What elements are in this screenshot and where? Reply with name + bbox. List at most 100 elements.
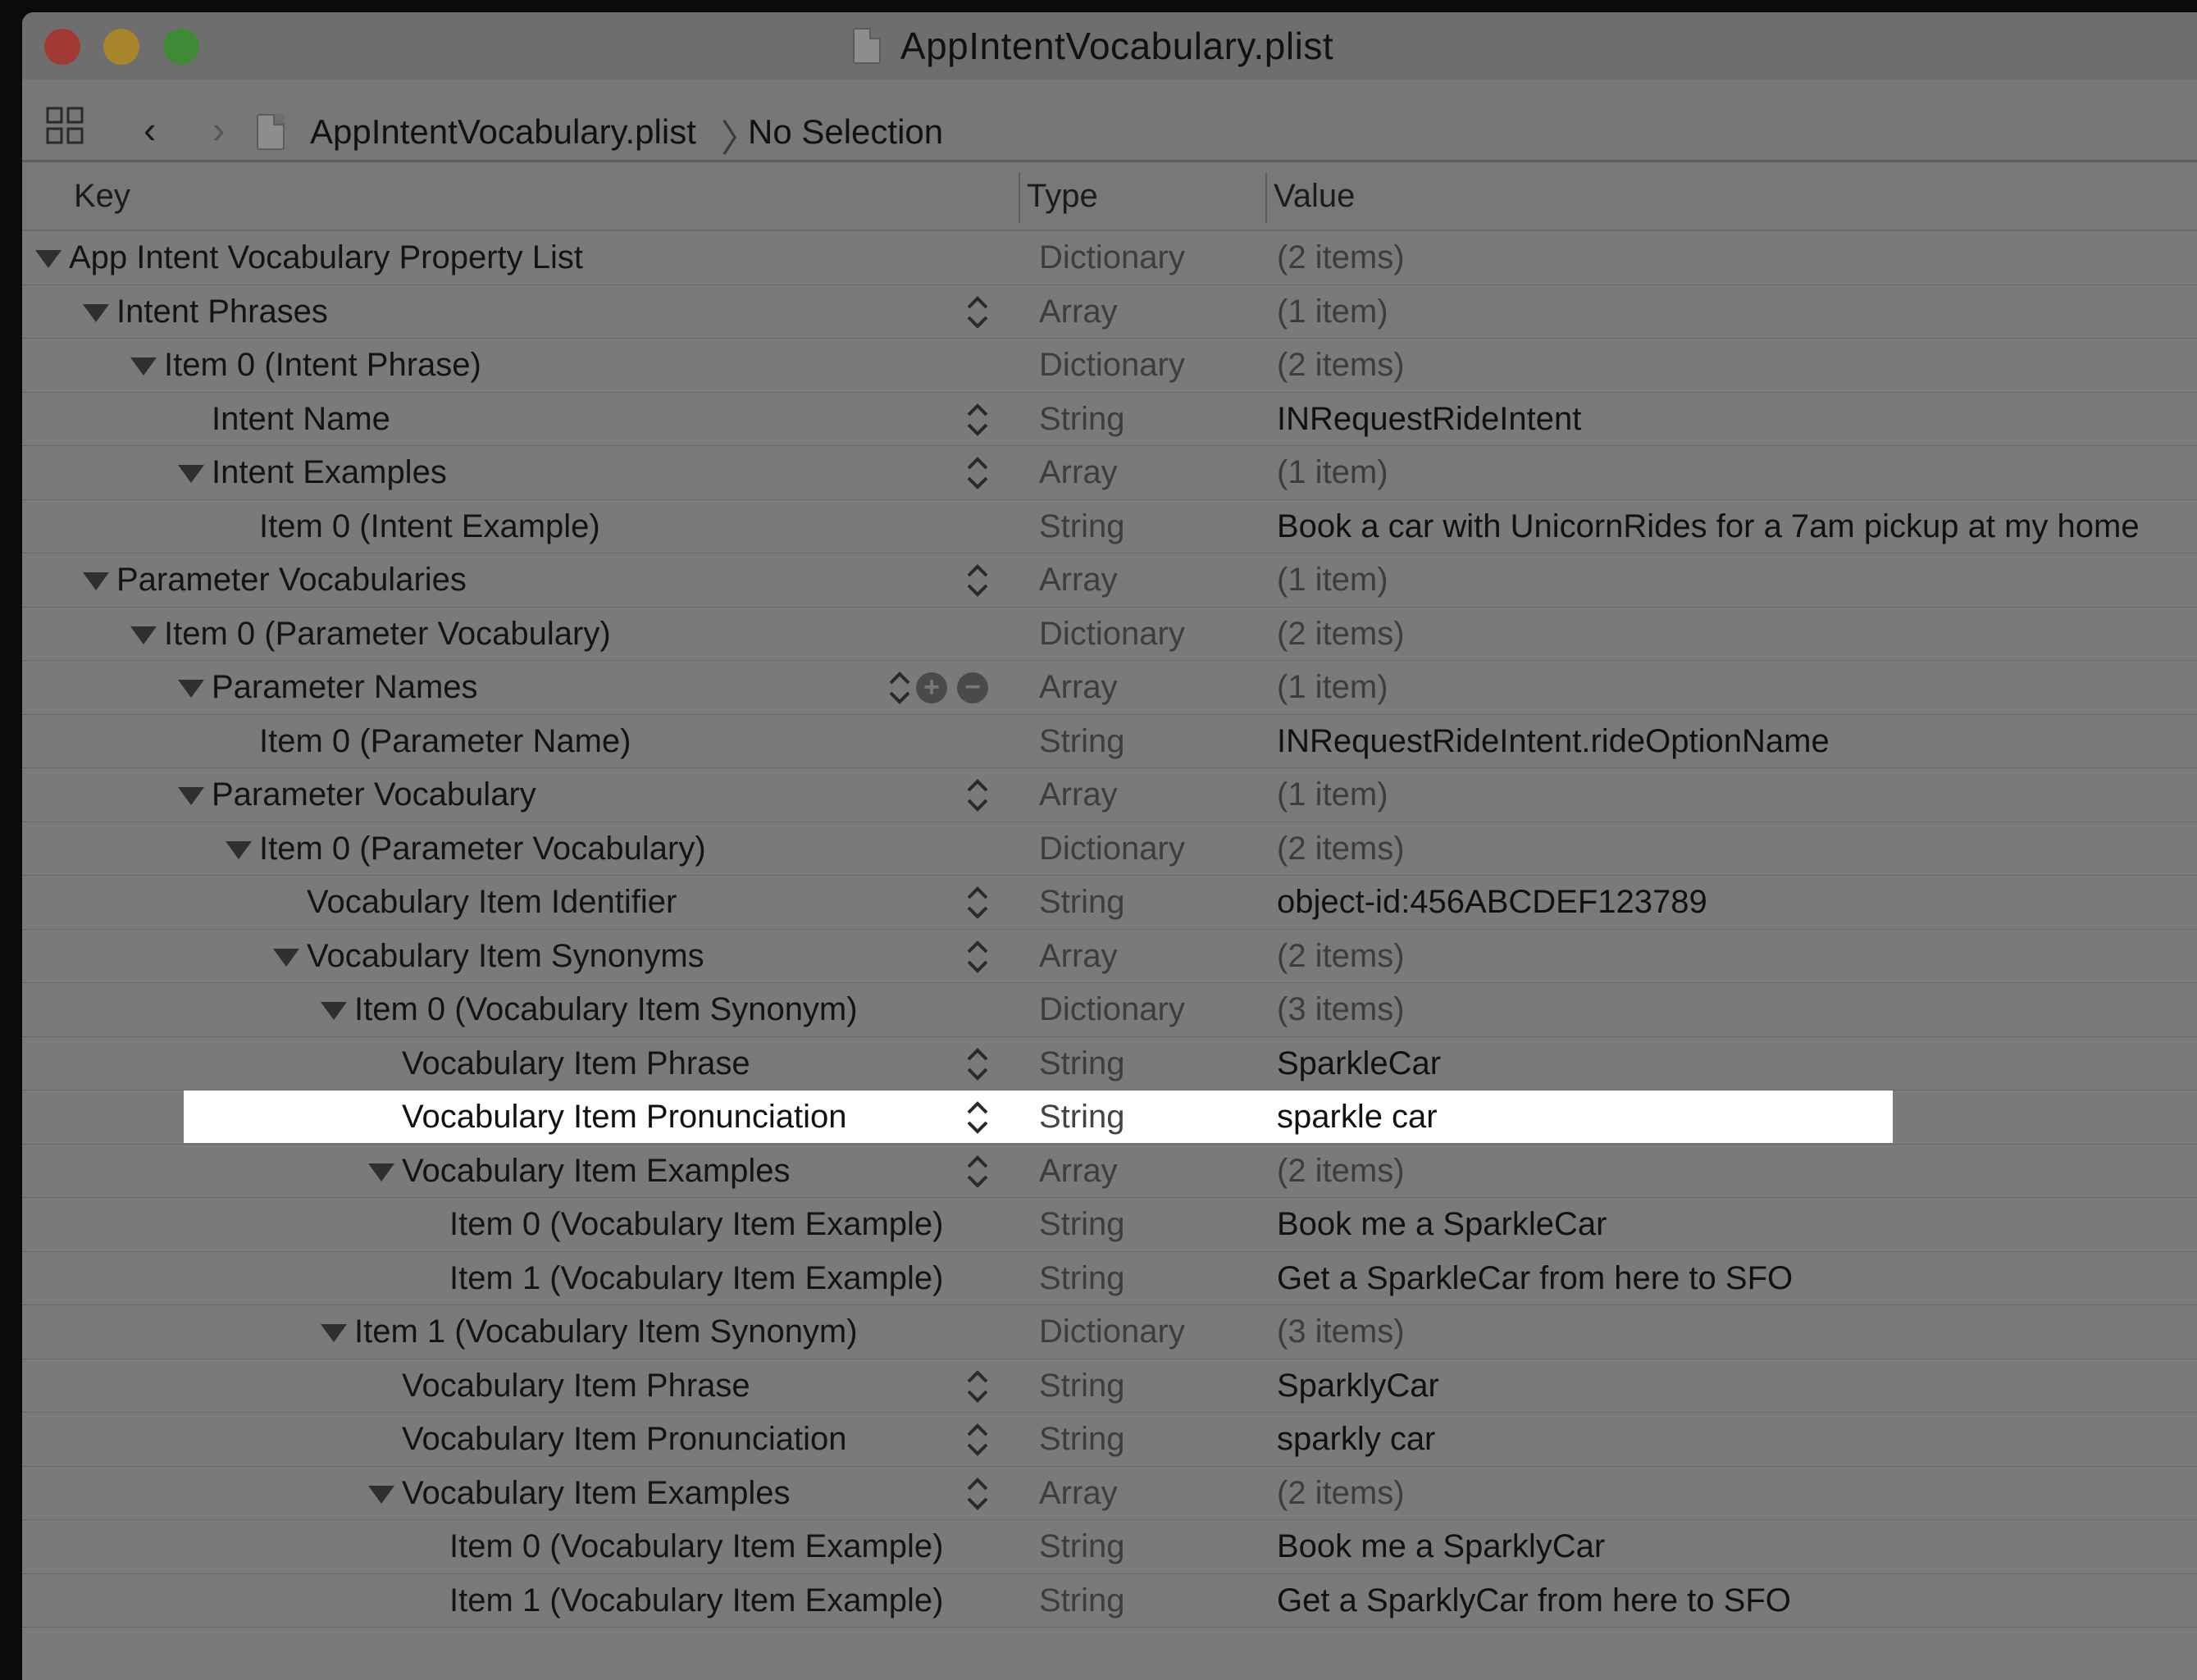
row-type[interactable]: String <box>1039 393 1125 445</box>
row-type[interactable]: String <box>1039 1520 1125 1573</box>
title-bar[interactable]: AppIntentVocabulary.plist <box>22 12 2197 80</box>
row-key[interactable]: Vocabulary Item Phrase <box>402 1037 750 1090</box>
row-type[interactable]: Array <box>1039 930 1118 982</box>
row-type[interactable]: String <box>1039 1359 1125 1412</box>
row-type[interactable]: Array <box>1039 1145 1118 1197</box>
plist-row[interactable]: Vocabulary Item Phrase String SparkleCar <box>22 1037 2197 1090</box>
plist-row[interactable]: Parameter Vocabulary Array (1 item) <box>22 768 2197 822</box>
disclosure-triangle-icon[interactable] <box>321 1324 347 1342</box>
row-key[interactable]: Vocabulary Item Identifier <box>307 876 677 928</box>
plist-row[interactable]: Item 1 (Vocabulary Item Synonym) Dictiona… <box>22 1305 2197 1359</box>
type-stepper-icon[interactable] <box>965 401 990 439</box>
type-stepper-icon[interactable] <box>965 454 990 492</box>
plist-row[interactable]: Vocabulary Item Synonyms Array (2 items) <box>22 930 2197 983</box>
back-navigation-button[interactable]: ‹ <box>144 111 156 148</box>
disclosure-triangle-icon[interactable] <box>83 572 109 590</box>
disclosure-triangle-icon[interactable] <box>368 1163 394 1181</box>
row-value[interactable]: sparkly car <box>1277 1413 1435 1465</box>
row-key[interactable]: Intent Phrases <box>116 285 328 338</box>
row-type[interactable]: String <box>1039 1574 1125 1627</box>
column-divider[interactable] <box>1265 172 1267 223</box>
plist-row[interactable]: Item 0 (Intent Example) String Book a car … <box>22 500 2197 553</box>
plist-row[interactable]: Item 0 (Vocabulary Item Example) String Bo… <box>22 1198 2197 1252</box>
row-type[interactable]: Dictionary <box>1039 983 1185 1036</box>
plist-row[interactable]: Intent Examples Array (1 item) <box>22 446 2197 500</box>
row-type[interactable]: Dictionary <box>1039 231 1185 284</box>
row-type[interactable]: Array <box>1039 661 1118 713</box>
type-stepper-icon[interactable] <box>965 776 990 814</box>
plist-row[interactable]: Intent Name String INRequestRideIntent <box>22 393 2197 446</box>
row-key[interactable]: Item 0 (Parameter Vocabulary) <box>164 608 611 660</box>
disclosure-triangle-icon[interactable] <box>130 626 157 644</box>
type-stepper-icon[interactable] <box>965 1045 990 1083</box>
row-value[interactable]: Book me a SparklyCar <box>1277 1520 1605 1573</box>
type-stepper-icon[interactable] <box>965 1153 990 1191</box>
row-value[interactable]: INRequestRideIntent.rideOptionName <box>1277 715 1830 767</box>
row-key[interactable]: Vocabulary Item Synonyms <box>307 930 704 982</box>
disclosure-triangle-icon[interactable] <box>321 1002 347 1020</box>
row-type[interactable]: Array <box>1039 446 1118 499</box>
row-key[interactable]: Item 0 (Intent Phrase) <box>164 339 481 391</box>
plist-row[interactable]: App Intent Vocabulary Property List Dicti… <box>22 231 2197 285</box>
plist-row[interactable]: Vocabulary Item Pronunciation String spark… <box>22 1090 2197 1145</box>
row-type[interactable]: Dictionary <box>1039 608 1185 660</box>
row-key[interactable]: App Intent Vocabulary Property List <box>69 231 583 284</box>
plist-row[interactable]: Item 0 (Parameter Vocabulary) Dictionary (… <box>22 822 2197 876</box>
row-type[interactable]: String <box>1039 1413 1125 1465</box>
row-key[interactable]: Parameter Names <box>212 661 478 713</box>
plist-row[interactable]: Item 1 (Vocabulary Item Example) String Ge… <box>22 1574 2197 1628</box>
plist-row[interactable]: Item 0 (Parameter Name) String INRequestRi… <box>22 715 2197 768</box>
row-key[interactable]: Item 0 (Parameter Vocabulary) <box>259 822 706 875</box>
type-stepper-icon[interactable] <box>887 669 912 707</box>
plist-row[interactable]: Vocabulary Item Identifier String object-i… <box>22 876 2197 930</box>
row-key[interactable]: Vocabulary Item Pronunciation <box>402 1090 847 1143</box>
row-type[interactable]: Dictionary <box>1039 1305 1185 1358</box>
column-header-value[interactable]: Value <box>1274 162 1355 230</box>
row-key[interactable]: Item 0 (Vocabulary Item Example) <box>449 1198 943 1250</box>
plist-row[interactable]: Item 1 (Vocabulary Item Example) String Ge… <box>22 1252 2197 1305</box>
row-key[interactable]: Vocabulary Item Phrase <box>402 1359 750 1412</box>
disclosure-triangle-icon[interactable] <box>368 1485 394 1504</box>
forward-navigation-button[interactable]: › <box>212 111 225 148</box>
row-type[interactable]: String <box>1039 876 1125 928</box>
column-divider[interactable] <box>1019 172 1020 223</box>
plist-row[interactable]: Vocabulary Item Examples Array (2 items) <box>22 1467 2197 1520</box>
row-key[interactable]: Item 0 (Parameter Name) <box>259 715 631 767</box>
row-key[interactable]: Item 0 (Intent Example) <box>259 500 600 553</box>
row-value[interactable]: SparklyCar <box>1277 1359 1439 1412</box>
breadcrumb-selection[interactable]: No Selection <box>748 112 943 152</box>
column-header-key[interactable]: Key <box>74 162 130 230</box>
disclosure-triangle-icon[interactable] <box>178 465 204 483</box>
row-key[interactable]: Vocabulary Item Examples <box>402 1145 791 1197</box>
row-key[interactable]: Item 0 (Vocabulary Item Example) <box>449 1520 943 1573</box>
row-value[interactable]: sparkle car <box>1277 1090 1438 1143</box>
row-value[interactable]: Get a SparkleCar from here to SFO <box>1277 1252 1793 1304</box>
row-type[interactable]: String <box>1039 500 1125 553</box>
row-type[interactable]: String <box>1039 715 1125 767</box>
row-key[interactable]: Intent Name <box>212 393 390 445</box>
type-stepper-icon[interactable] <box>965 562 990 599</box>
row-value[interactable]: Get a SparklyCar from here to SFO <box>1277 1574 1791 1627</box>
disclosure-triangle-icon[interactable] <box>178 787 204 805</box>
plist-row[interactable]: Item 0 (Vocabulary Item Synonym) Dictiona… <box>22 983 2197 1037</box>
plist-row[interactable]: Vocabulary Item Pronunciation String spark… <box>22 1413 2197 1467</box>
breadcrumb-file[interactable]: AppIntentVocabulary.plist <box>310 112 696 152</box>
plist-row[interactable]: Intent Phrases Array (1 item) <box>22 285 2197 339</box>
row-value[interactable]: SparkleCar <box>1277 1037 1441 1090</box>
row-key[interactable]: Parameter Vocabulary <box>212 768 536 821</box>
row-value[interactable]: Book a car with UnicornRides for a 7am p… <box>1277 500 2140 553</box>
row-value[interactable]: Book me a SparkleCar <box>1277 1198 1607 1250</box>
row-type[interactable]: Dictionary <box>1039 822 1185 875</box>
disclosure-triangle-icon[interactable] <box>226 840 252 859</box>
row-key[interactable]: Parameter Vocabularies <box>116 553 467 606</box>
disclosure-triangle-icon[interactable] <box>273 948 299 967</box>
type-stepper-icon[interactable] <box>965 1099 990 1136</box>
row-type[interactable]: String <box>1039 1037 1125 1090</box>
disclosure-triangle-icon[interactable] <box>83 303 109 322</box>
row-type[interactable]: String <box>1039 1090 1125 1143</box>
type-stepper-icon[interactable] <box>965 294 990 331</box>
plist-row[interactable]: Item 0 (Parameter Vocabulary) Dictionary (… <box>22 608 2197 661</box>
row-key[interactable]: Item 0 (Vocabulary Item Synonym) <box>354 983 858 1036</box>
plist-row[interactable]: Item 0 (Vocabulary Item Example) String Bo… <box>22 1520 2197 1574</box>
row-value[interactable]: INRequestRideIntent <box>1277 393 1581 445</box>
